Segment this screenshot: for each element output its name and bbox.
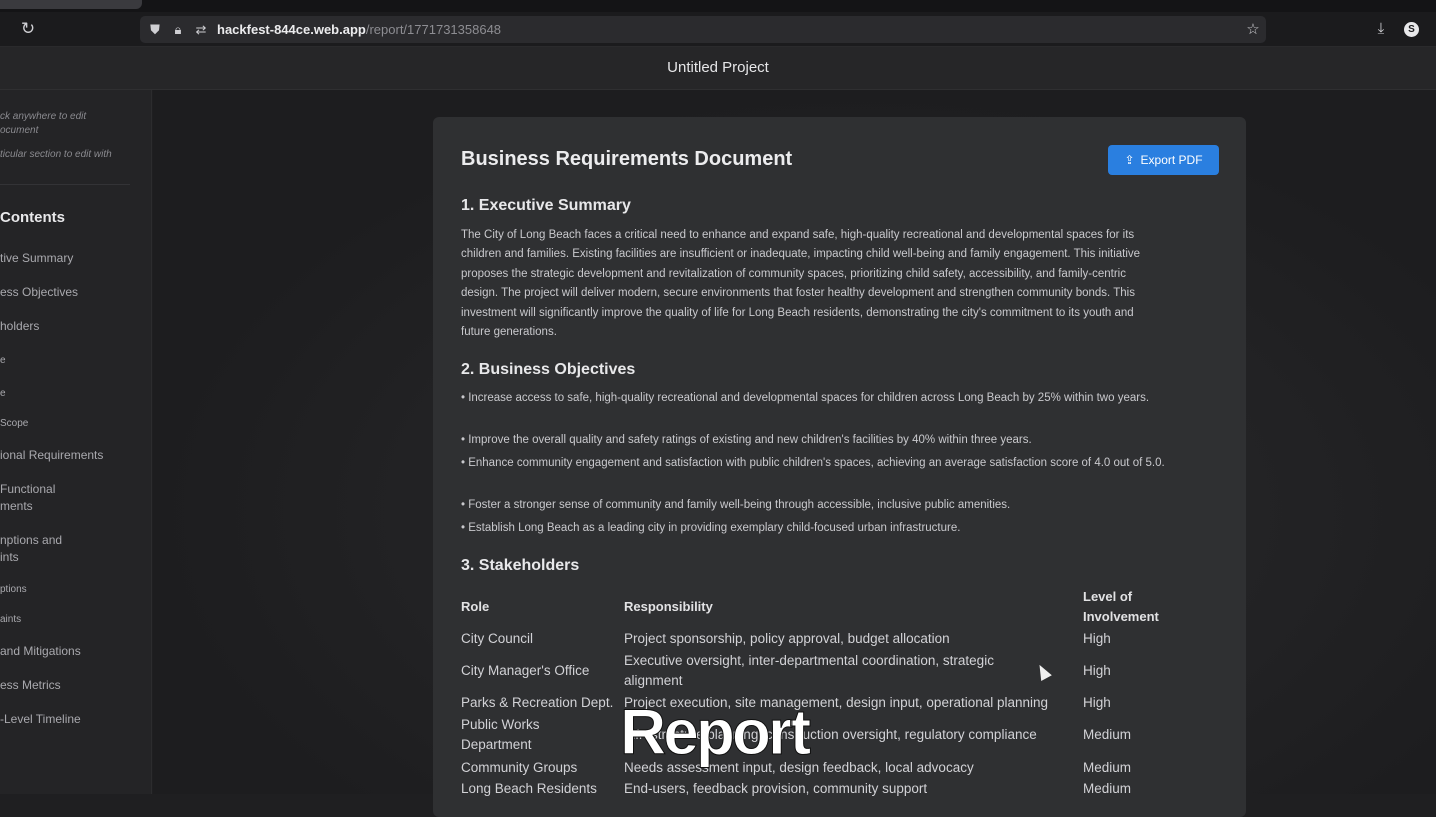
permissions-icon[interactable]: ⇄ [193, 22, 209, 38]
tab-strip [0, 0, 1436, 12]
browser-toolbar: ↻ ⛊ 🔒︎ ⇄ hackfest-844ce.web.app/report/1… [0, 12, 1436, 47]
executive-summary-text: The City of Long Beach faces a critical … [461, 226, 1218, 342]
lock-icon[interactable]: 🔒︎ [170, 22, 186, 38]
table-cell: High [1083, 631, 1111, 646]
table-cell: Parks & Recreation Dept. [461, 695, 614, 710]
section-heading: 1. Executive Summary [461, 197, 631, 214]
column-header-responsibility: Responsibility [624, 599, 713, 614]
table-cell: Executive oversight, inter-departmental … [624, 653, 994, 688]
table-cell: Long Beach Residents [461, 781, 597, 796]
objective-item: • Improve the overall quality and safety… [461, 434, 1032, 446]
toc-item[interactable]: Scope [0, 415, 28, 432]
text-line: investment will significantly improve th… [461, 306, 1134, 319]
account-avatar[interactable]: S [1404, 22, 1419, 37]
url-path: /report/1771731358648 [365, 22, 502, 37]
export-pdf-label: Export PDF [1140, 153, 1203, 167]
objective-item: • Establish Long Beach as a leading city… [461, 522, 961, 534]
column-header-involvement: Level of Involvement [1083, 589, 1159, 624]
table-cell: City Council [461, 631, 534, 646]
table-cell: City Manager's Office [461, 663, 590, 678]
export-pdf-button[interactable]: ⇪ Export PDF [1108, 145, 1219, 175]
toc-item[interactable]: e [0, 352, 6, 369]
toc-item[interactable]: aints [0, 611, 21, 628]
download-icon[interactable]: ⤓ [1372, 20, 1390, 38]
url-text[interactable]: hackfest-844ce.web.app/report/1771731358… [217, 22, 501, 38]
browser-tab[interactable] [0, 0, 142, 9]
address-bar[interactable]: ⛊ 🔒︎ ⇄ hackfest-844ce.web.app/report/177… [140, 16, 1266, 43]
objective-item: • Enhance community engagement and satis… [461, 457, 1165, 469]
document-title: Business Requirements Document [461, 148, 793, 170]
toc-item[interactable]: ments [0, 498, 33, 515]
edit-hint: ck anywhere to edit [0, 111, 87, 122]
shield-icon[interactable]: ⛊ [147, 22, 163, 38]
toc-item[interactable]: -Level Timeline [0, 711, 81, 728]
edit-hint: ocument [0, 125, 39, 136]
table-cell: Medium [1083, 781, 1132, 796]
table-cell: Community Groups [461, 760, 578, 775]
objective-item: • Foster a stronger sense of community a… [461, 499, 1011, 511]
text-line: The City of Long Beach faces a critical … [461, 229, 1135, 241]
edit-hint: ticular section to edit with [0, 149, 112, 160]
table-cell: High [1083, 695, 1111, 710]
contents-heading: Contents [0, 209, 65, 226]
column-header-role: Role [461, 599, 490, 614]
toc-item[interactable]: Functional [0, 481, 55, 498]
divider [0, 184, 130, 185]
toc-item[interactable]: ional Requirements [0, 447, 103, 464]
upload-icon: ⇪ [1124, 153, 1135, 167]
table-cell: High [1083, 663, 1111, 678]
toc-item[interactable]: ptions [0, 581, 27, 598]
project-title[interactable]: Untitled Project [0, 59, 1436, 76]
table-cell: Medium [1083, 727, 1132, 742]
table-cell: End-users, feedback provision, community… [624, 781, 928, 796]
section-heading: 2. Business Objectives [461, 361, 636, 378]
document-card[interactable]: Business Requirements Document ⇪ Export P… [433, 117, 1246, 817]
toc-item[interactable]: ess Objectives [0, 284, 78, 301]
text-line: future generations. [461, 326, 557, 339]
toc-item[interactable]: tive Summary [0, 250, 73, 267]
bookmark-star-icon[interactable]: ☆ [1244, 21, 1262, 39]
app-header: Untitled Project [0, 47, 1436, 90]
url-host: hackfest-844ce.web.app [217, 22, 366, 37]
toc-item[interactable]: holders [0, 318, 39, 335]
text-line: proposes the strategic development and r… [461, 267, 1126, 280]
text-line: design. The project will deliver modern,… [461, 287, 1135, 300]
toc-item[interactable]: and Mitigations [0, 643, 81, 660]
table-cell: Medium [1083, 760, 1132, 775]
toc-item[interactable]: e [0, 385, 6, 402]
sidebar: ck anywhere to edit ocument ticular sect… [0, 90, 152, 794]
objective-item: • Increase access to safe, high-quality … [461, 392, 1150, 404]
toc-item[interactable]: nptions and [0, 532, 62, 549]
toc-item[interactable]: ess Metrics [0, 677, 61, 694]
text-line: children and families. Existing faciliti… [461, 248, 1141, 261]
toc-item[interactable]: ints [0, 549, 19, 566]
table-cell: Public Works Department [461, 717, 540, 752]
table-cell: Project sponsorship, policy approval, bu… [624, 631, 950, 646]
overlay-caption: Report [619, 696, 811, 769]
reload-icon[interactable]: ↻ [19, 20, 37, 38]
section-heading: 3. Stakeholders [461, 557, 580, 574]
